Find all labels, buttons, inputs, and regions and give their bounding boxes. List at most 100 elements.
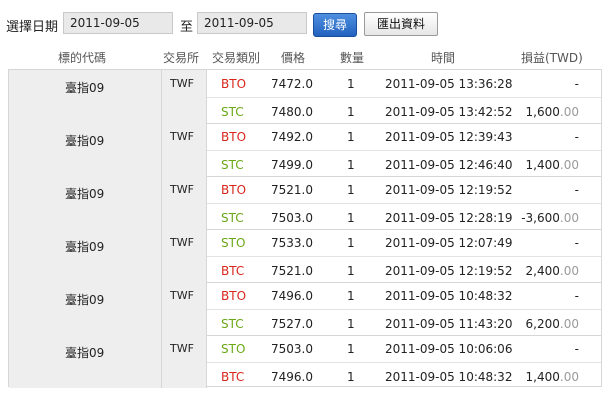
exchange-text: TWF	[170, 342, 194, 355]
trade-time: 2011-09-05 12:19:52	[385, 264, 513, 278]
trade-qty: 1	[347, 236, 355, 250]
exchange-cell: TWF	[162, 335, 207, 388]
symbol-cell: 臺指09	[9, 123, 162, 176]
trade-type: BTO	[221, 77, 247, 91]
header-time: 時間	[431, 51, 456, 65]
trade-qty: 1	[347, 370, 355, 384]
trade-row: BTO 7521.0 1 2011-09-05 12:19:52 -	[207, 176, 601, 202]
trade-row: BTC 7496.0 1 2011-09-05 10:48:32 1,400.0…	[207, 362, 601, 389]
symbol-cell: 臺指09	[9, 70, 162, 123]
trade-row: BTO 7492.0 1 2011-09-05 12:39:43 -	[207, 123, 601, 149]
trade-qty: 1	[347, 105, 355, 119]
trade-price: 7533.0	[271, 236, 313, 250]
exchange-cell: TWF	[162, 123, 207, 176]
exchange-cell: TWF	[162, 282, 207, 335]
date-filter-toolbar: 選擇日期 2011-09-05 至 2011-09-05 搜尋 匯出資料	[0, 0, 609, 42]
header-price: 價格	[281, 51, 306, 65]
trade-time: 2011-09-05 13:36:28	[385, 77, 513, 91]
trade-qty: 1	[347, 289, 355, 303]
pnl-int: 2,400	[525, 264, 560, 278]
symbol-cell: 臺指09	[9, 176, 162, 229]
trade-qty: 1	[347, 77, 355, 91]
trade-row: STC 7527.0 1 2011-09-05 11:43:20 6,200.0…	[207, 309, 601, 336]
trade-pnl: 1,400.00	[526, 158, 579, 172]
symbol-cell: 臺指09	[9, 335, 162, 388]
trade-qty: 1	[347, 211, 355, 225]
exchange-cell: TWF	[162, 176, 207, 229]
trade-time: 2011-09-05 13:42:52	[385, 105, 513, 119]
trade-time: 2011-09-05 12:28:19	[385, 211, 513, 225]
trade-qty: 1	[347, 317, 355, 331]
pnl-int: 6,200	[525, 317, 560, 331]
search-button[interactable]: 搜尋	[313, 13, 357, 37]
trade-pnl: -	[575, 342, 579, 356]
pnl-int: -	[574, 289, 579, 303]
pnl-dec: .00	[559, 211, 579, 225]
pnl-int: -	[574, 236, 579, 250]
pnl-int: -	[574, 130, 579, 144]
trade-time: 2011-09-05 10:06:06	[385, 342, 513, 356]
start-date-input[interactable]: 2011-09-05	[63, 12, 173, 34]
symbol-cell: 臺指09	[9, 229, 162, 282]
pnl-int: -	[574, 342, 579, 356]
symbol-text: 臺指09	[65, 187, 105, 201]
trade-price: 7527.0	[271, 317, 313, 331]
pnl-dec: .00	[559, 264, 579, 278]
date-label: 選擇日期	[6, 20, 59, 35]
trade-pnl: 6,200.00	[526, 317, 579, 331]
trade-price: 7521.0	[271, 183, 313, 197]
trade-price: 7472.0	[271, 77, 313, 91]
trade-row: STO 7503.0 1 2011-09-05 10:06:06 -	[207, 335, 601, 361]
trade-row: STC 7499.0 1 2011-09-05 12:46:40 1,400.0…	[207, 150, 601, 177]
trade-row: STC 7480.0 1 2011-09-05 13:42:52 1,600.0…	[207, 97, 601, 124]
trade-pnl: -	[575, 77, 579, 91]
end-date-input[interactable]: 2011-09-05	[197, 12, 307, 34]
trade-pnl: -	[575, 130, 579, 144]
trade-pnl: 1,600.00	[526, 105, 579, 119]
trade-pnl: -	[575, 183, 579, 197]
header-pnl: 損益(TWD)	[521, 51, 583, 65]
exchange-text: TWF	[170, 236, 194, 249]
exchange-cell: TWF	[162, 229, 207, 282]
trade-group: 臺指09 TWF BTO 7492.0 1 2011-09-05 12:39:4…	[9, 123, 601, 177]
symbol-text: 臺指09	[65, 134, 105, 148]
trade-row: STO 7533.0 1 2011-09-05 12:07:49 -	[207, 229, 601, 255]
trade-time: 2011-09-05 10:48:32	[385, 370, 513, 384]
trade-time: 2011-09-05 12:39:43	[385, 130, 513, 144]
trade-qty: 1	[347, 183, 355, 197]
pnl-dec: .00	[559, 370, 579, 384]
trade-row: BTO 7472.0 1 2011-09-05 13:36:28 -	[207, 70, 601, 96]
trade-pnl: -	[575, 236, 579, 250]
header-qty: 數量	[340, 51, 365, 65]
symbol-text: 臺指09	[65, 81, 105, 95]
trade-price: 7503.0	[271, 211, 313, 225]
trade-type: BTC	[221, 370, 245, 384]
pnl-int: -	[574, 183, 579, 197]
trade-pnl: 2,400.00	[526, 264, 579, 278]
trade-type: STC	[221, 317, 244, 331]
trade-type: STC	[221, 105, 244, 119]
trade-type: BTO	[221, 289, 247, 303]
trade-type: BTO	[221, 183, 247, 197]
pnl-int: 1,400	[525, 158, 560, 172]
trade-price: 7480.0	[271, 105, 313, 119]
trade-row: BTC 7521.0 1 2011-09-05 12:19:52 2,400.0…	[207, 256, 601, 283]
trade-time: 2011-09-05 11:43:20	[385, 317, 513, 331]
pnl-int: -	[574, 77, 579, 91]
table-header: 標的代碼 交易所 交易類別 價格 數量 時間 損益(TWD)	[0, 45, 609, 67]
symbol-text: 臺指09	[65, 240, 105, 254]
trade-group: 臺指09 TWF BTO 7496.0 1 2011-09-05 10:48:3…	[9, 282, 601, 336]
trade-time: 2011-09-05 12:07:49	[385, 236, 513, 250]
trade-type: STC	[221, 211, 244, 225]
exchange-text: TWF	[170, 183, 194, 196]
exchange-text: TWF	[170, 289, 194, 302]
trade-qty: 1	[347, 342, 355, 356]
trade-price: 7521.0	[271, 264, 313, 278]
trade-group: 臺指09 TWF BTO 7472.0 1 2011-09-05 13:36:2…	[9, 70, 601, 124]
export-data-button[interactable]: 匯出資料	[364, 12, 438, 36]
trade-price: 7496.0	[271, 289, 313, 303]
header-type: 交易類別	[212, 51, 261, 65]
trade-time: 2011-09-05 12:19:52	[385, 183, 513, 197]
trade-price: 7503.0	[271, 342, 313, 356]
pnl-int: 1,600	[525, 105, 560, 119]
